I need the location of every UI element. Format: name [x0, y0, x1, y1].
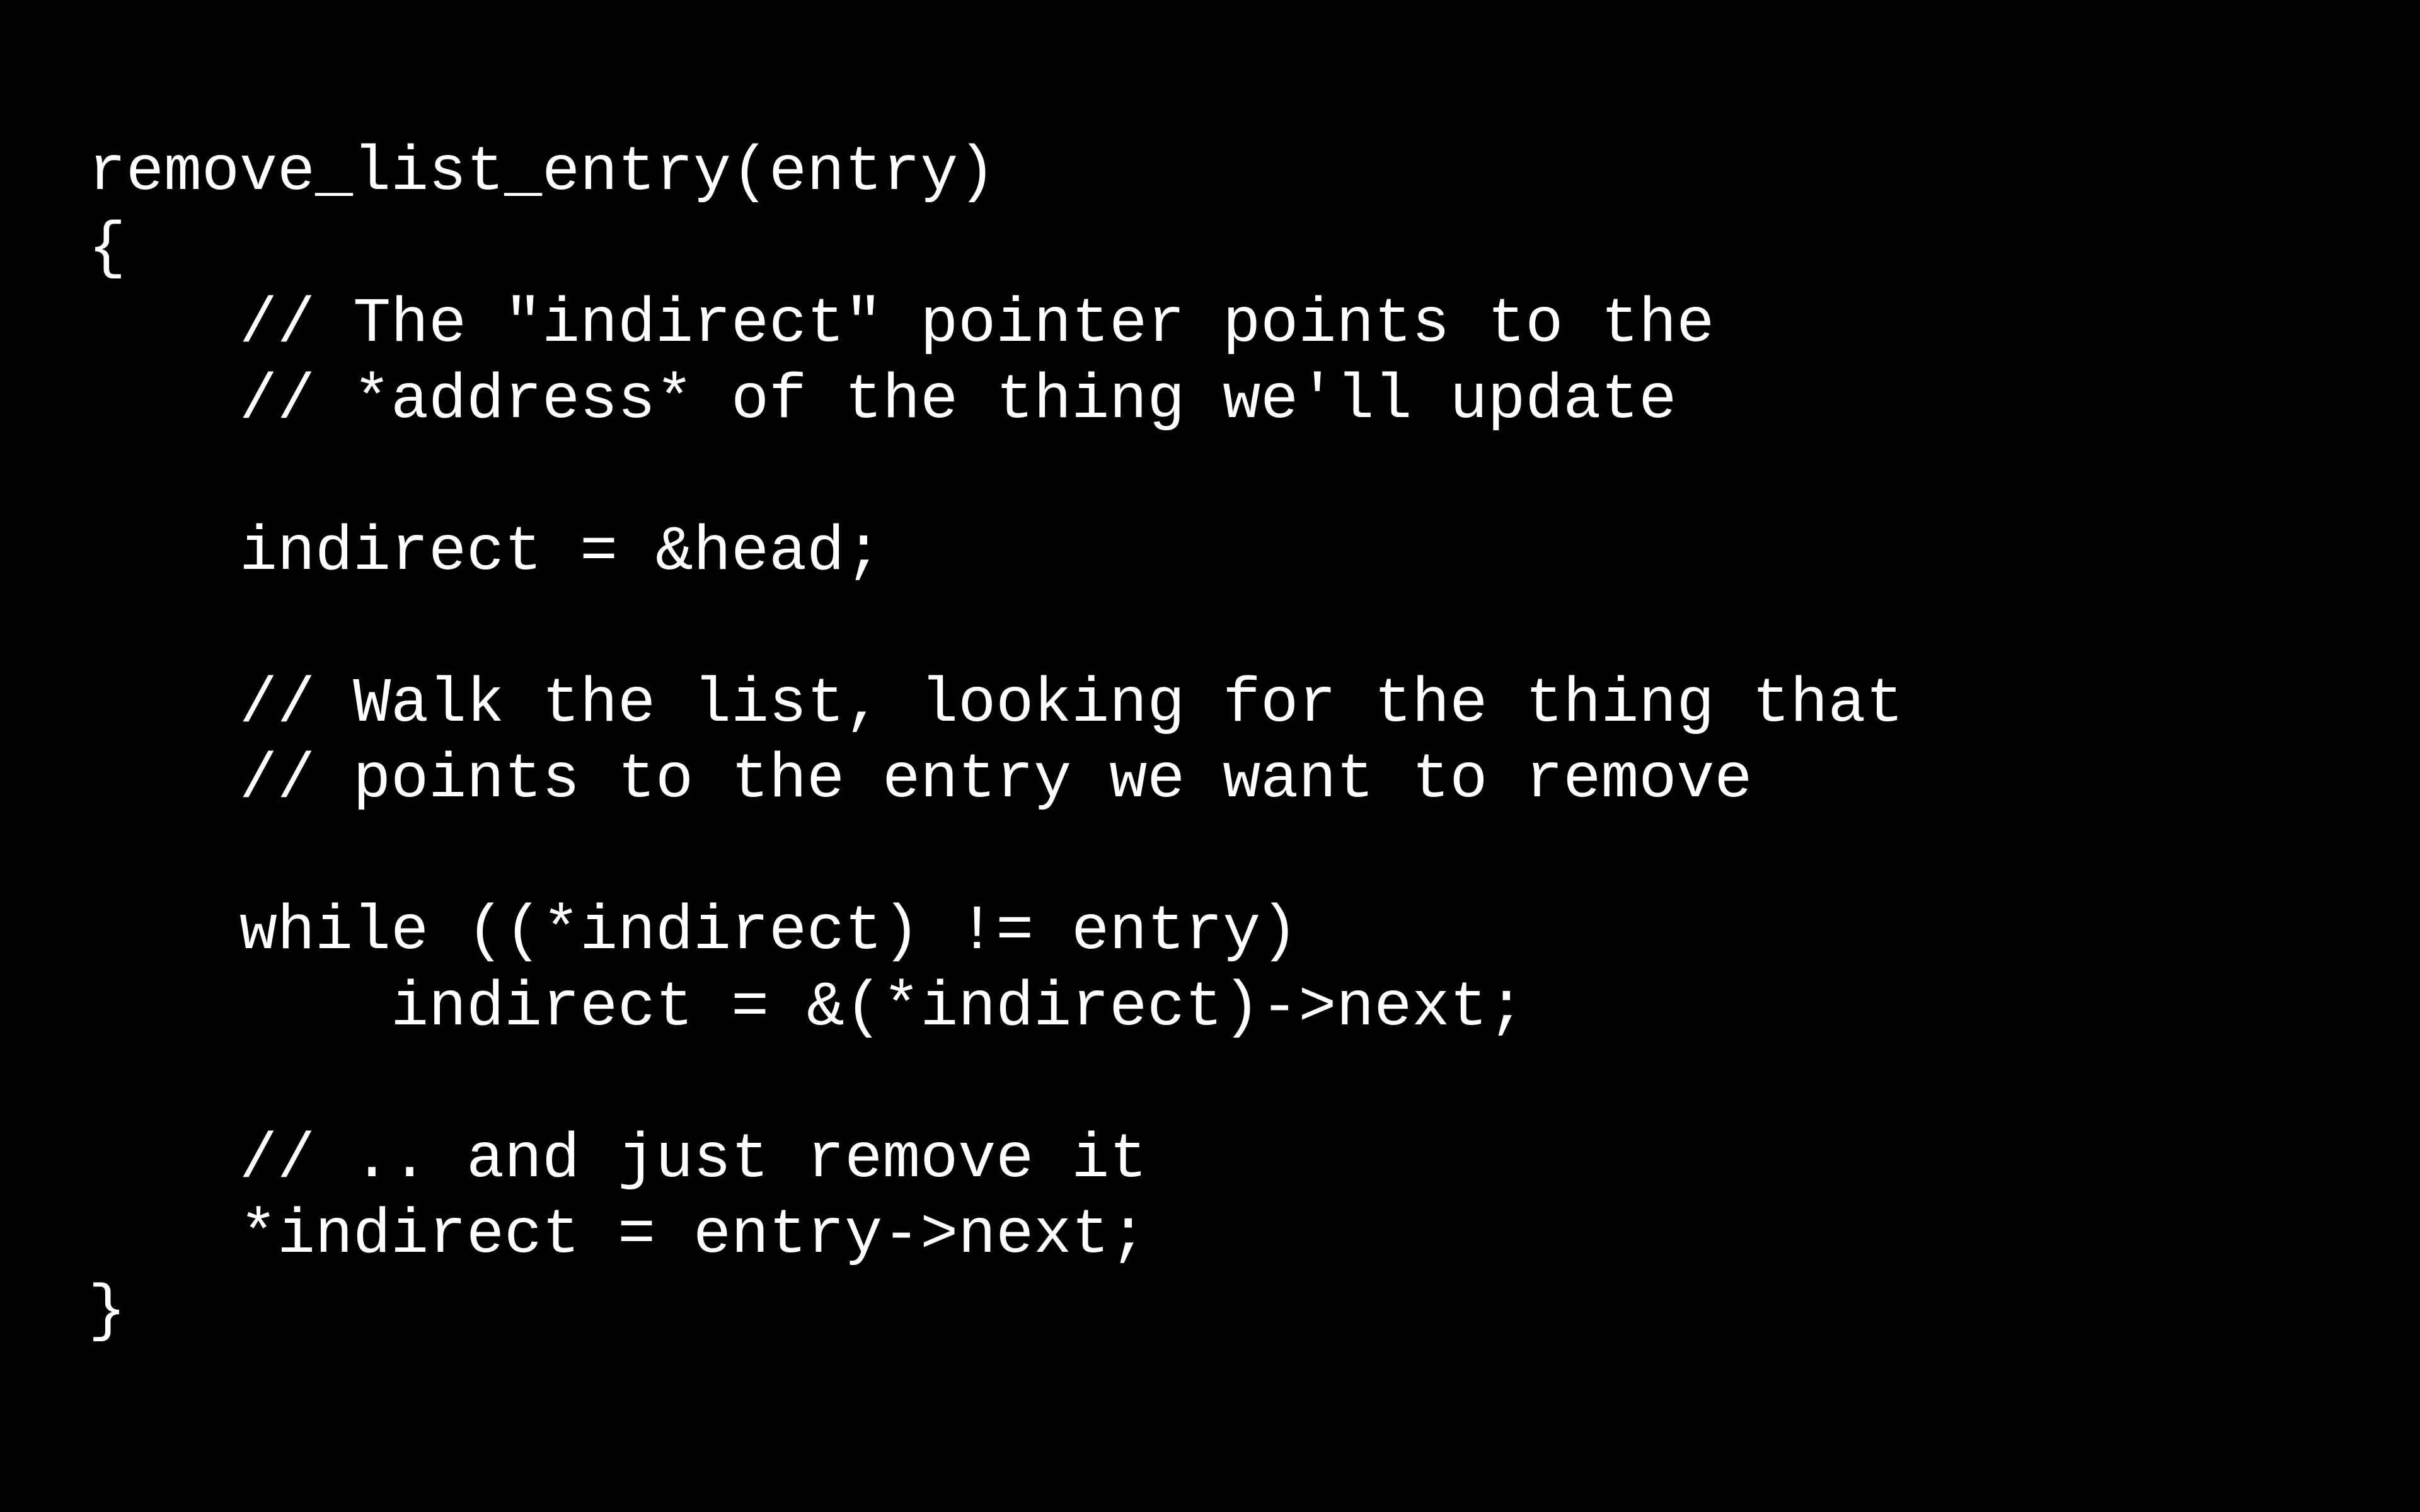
code-line-function-signature: remove_list_entry(entry) — [88, 137, 996, 209]
code-line-blank-4 — [88, 1046, 1903, 1123]
code-line-comment-4: // points to the entry we want to remove — [88, 745, 1753, 816]
code-line-blank-2 — [88, 591, 1903, 667]
code-line-open-brace: { — [88, 213, 127, 285]
code-line-comment-1: // The "indirect" pointer points to the — [88, 289, 1715, 360]
code-line-close-brace: } — [88, 1276, 127, 1348]
code-line-indirect-advance: indirect = &(*indirect)->next; — [88, 972, 1526, 1044]
code-line-comment-5: // .. and just remove it — [88, 1124, 1148, 1196]
code-slide: remove_list_entry(entry) { // The "indir… — [0, 0, 2420, 1512]
code-line-blank-3 — [88, 819, 1903, 895]
code-block: remove_list_entry(entry) { // The "indir… — [88, 135, 1903, 1350]
code-line-blank-1 — [88, 439, 1903, 515]
code-line-comment-2: // *address* of the thing we'll update — [88, 365, 1677, 437]
code-line-while: while ((*indirect) != entry) — [88, 896, 1299, 968]
code-line-remove: *indirect = entry->next; — [88, 1200, 1148, 1271]
code-line-indirect-init: indirect = &head; — [88, 517, 883, 588]
code-line-comment-3: // Walk the list, looking for the thing … — [88, 668, 1904, 740]
